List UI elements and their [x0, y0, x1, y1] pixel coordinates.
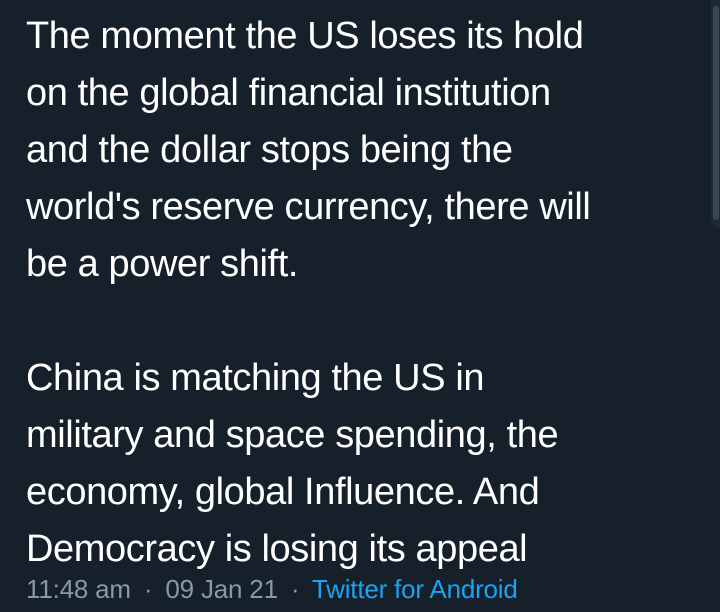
tweet-date[interactable]: 09 Jan 21	[165, 574, 278, 604]
tweet-time[interactable]: 11:48 am	[26, 574, 131, 604]
tweet-source-link[interactable]: Twitter for Android	[312, 574, 518, 604]
tweet-meta: 11:48 am · 09 Jan 21 · Twitter for Andro…	[26, 574, 518, 604]
scrollbar-thumb[interactable]	[713, 6, 719, 220]
tweet-paragraph-2: China is matching the US in military and…	[26, 357, 559, 570]
meta-separator: ·	[290, 574, 300, 604]
tweet-body: The moment the US loses its hold on the …	[26, 8, 706, 578]
scrollbar[interactable]	[711, 0, 720, 228]
meta-separator: ·	[143, 574, 153, 604]
tweet-paragraph-1: The moment the US loses its hold on the …	[26, 15, 591, 285]
